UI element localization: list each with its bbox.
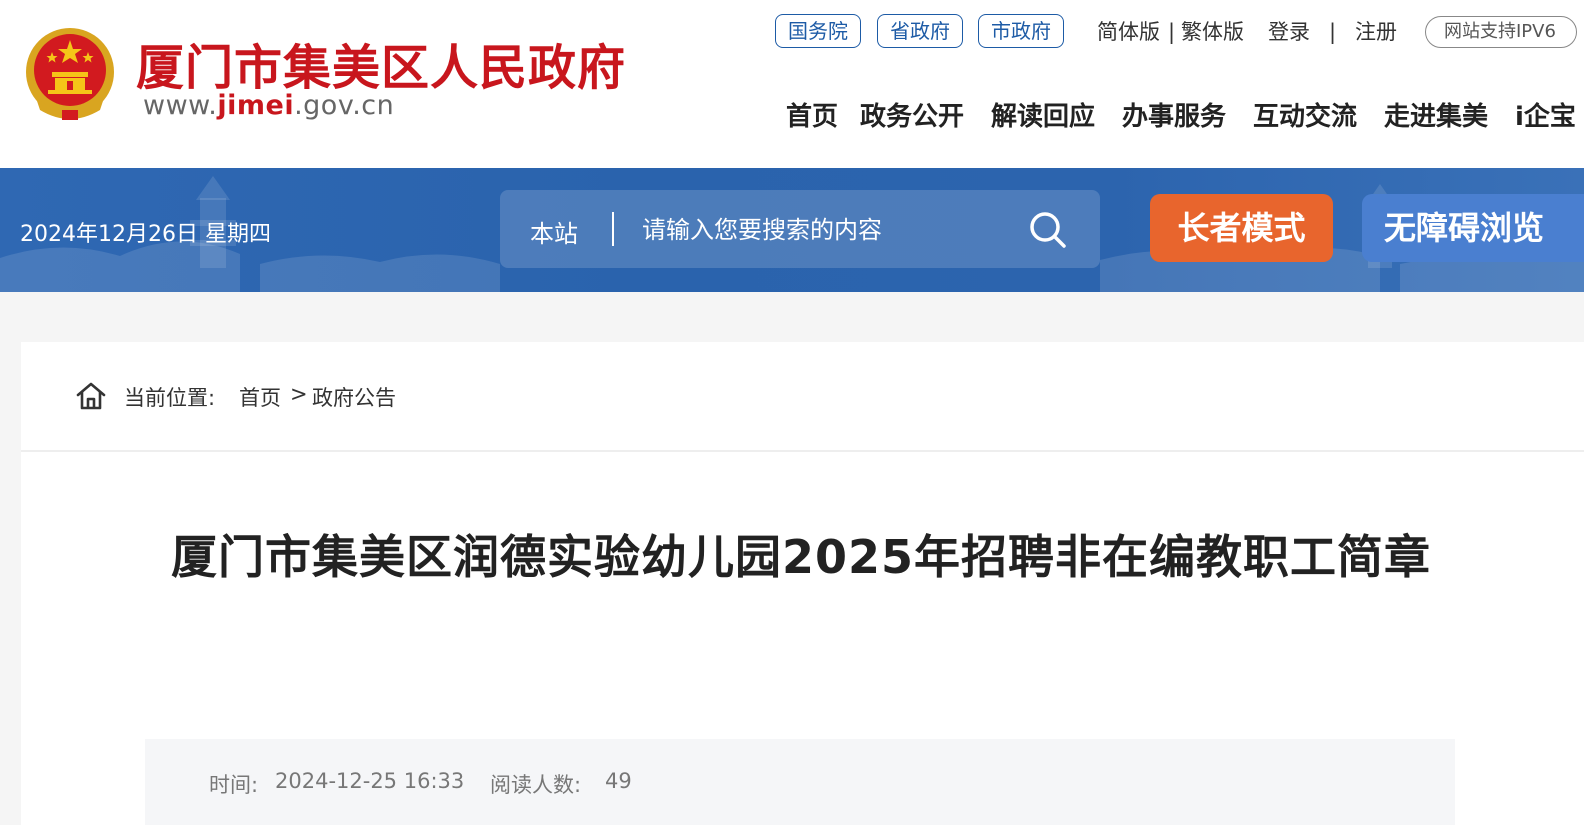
gov-link-province[interactable]: 省政府: [877, 14, 963, 48]
nav-about-jimei[interactable]: 走进集美: [1384, 96, 1488, 133]
nav-gov-affairs[interactable]: 政务公开: [860, 96, 964, 133]
breadcrumb-label: 当前位置:: [124, 386, 216, 410]
breadcrumb-separator: >: [290, 382, 308, 406]
breadcrumb-home-link[interactable]: 首页: [239, 382, 281, 412]
ipv6-badge: 网站支持IPV6: [1425, 16, 1577, 48]
read-count-value: 49: [605, 769, 632, 793]
site-url-suffix: .gov.cn: [294, 90, 395, 121]
site-url-prefix: www.: [143, 90, 218, 121]
nav-services[interactable]: 办事服务: [1122, 96, 1226, 133]
lang-simplified-link[interactable]: 简体版: [1097, 16, 1160, 48]
article-container: 当前位置: 首页 > 政府公告 厦门市集美区润德实验幼儿园2025年招聘非在编教…: [21, 342, 1584, 825]
site-title[interactable]: 厦门市集美区人民政府: [136, 28, 626, 98]
site-url-domain: jimei: [217, 90, 295, 121]
search-scope-select[interactable]: 本站: [530, 214, 578, 249]
search-bar: 本站: [500, 190, 1100, 268]
national-emblem-icon: [26, 28, 114, 120]
search-divider: [612, 212, 614, 246]
site-header: 厦门市集美区人民政府 www.jimei.gov.cn 国务院 省政府 市政府 …: [0, 0, 1584, 168]
nav-enterprise[interactable]: i企宝: [1515, 96, 1576, 133]
article-title: 厦门市集美区润德实验幼儿园2025年招聘非在编教职工简章: [170, 530, 1432, 584]
lang-traditional-link[interactable]: 繁体版: [1181, 16, 1244, 48]
site-url: www.jimei.gov.cn: [143, 90, 394, 121]
publish-time-label: 时间:: [209, 773, 259, 797]
elder-mode-button[interactable]: 长者模式: [1150, 194, 1333, 262]
nav-home[interactable]: 首页: [786, 96, 838, 133]
search-input[interactable]: [640, 206, 1014, 254]
breadcrumb: 当前位置: 首页 > 政府公告: [21, 342, 1584, 452]
auth-separator: |: [1329, 20, 1337, 44]
publish-time-value: 2024-12-25 16:33: [275, 769, 465, 793]
nav-interpretation[interactable]: 解读回应: [991, 96, 1095, 133]
current-date: 2024年12月26日 星期四: [20, 222, 271, 247]
article-meta: 时间: 2024-12-25 16:33 阅读人数: 49: [145, 739, 1455, 825]
banner: 2024年12月26日 星期四 本站 长者模式 无障碍浏览: [0, 168, 1584, 292]
read-count-label: 阅读人数:: [490, 773, 582, 797]
nav-interaction[interactable]: 互动交流: [1253, 96, 1357, 133]
accessible-mode-button[interactable]: 无障碍浏览: [1362, 194, 1584, 262]
gov-link-city[interactable]: 市政府: [978, 14, 1064, 48]
search-icon[interactable]: [1026, 208, 1070, 252]
lang-separator: |: [1168, 20, 1176, 44]
login-link[interactable]: 登录: [1268, 16, 1310, 48]
home-icon[interactable]: [75, 380, 107, 412]
gov-link-state-council[interactable]: 国务院: [775, 14, 861, 48]
breadcrumb-current-link[interactable]: 政府公告: [312, 382, 396, 412]
register-link[interactable]: 注册: [1355, 16, 1397, 48]
